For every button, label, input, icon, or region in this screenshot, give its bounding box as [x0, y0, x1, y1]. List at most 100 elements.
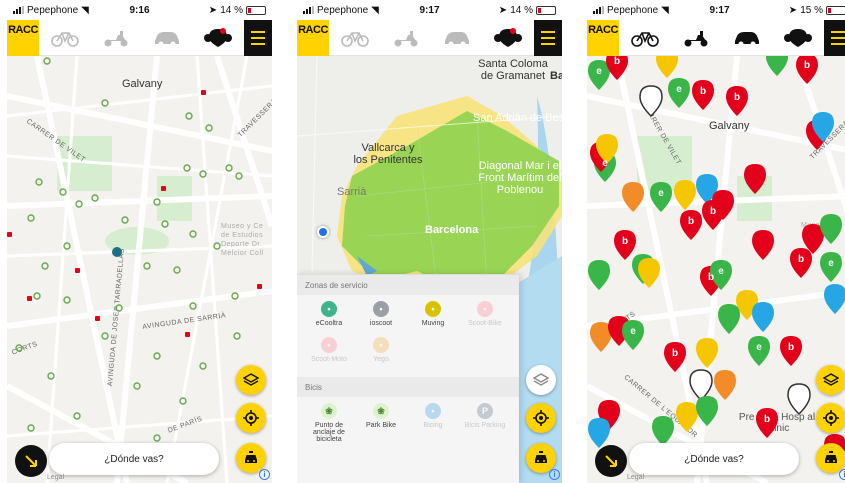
battery-icon — [535, 5, 556, 15]
map-pin[interactable] — [824, 284, 845, 314]
map-label-sarria: Sarrià — [337, 186, 367, 198]
racc-logo[interactable]: RACC — [7, 19, 39, 56]
map-view[interactable]: Santa Coloma de Gramanet Ba San Adrián d… — [297, 56, 562, 483]
bike-option-parking[interactable]: P Bicis Parking — [459, 403, 511, 447]
bike-icon: • — [477, 301, 493, 317]
signal-icon — [13, 6, 24, 14]
zone-option-muving[interactable]: • Muving — [407, 301, 459, 337]
multimodal-icon[interactable] — [201, 26, 235, 50]
svg-text:b: b — [788, 342, 794, 353]
taxi-icon — [535, 451, 547, 463]
section-header-zones: Zonas de servicio — [297, 275, 519, 295]
racc-logo[interactable]: RACC — [587, 19, 619, 56]
svg-text:e: e — [718, 266, 724, 277]
location-arrow-icon: ➤ — [788, 4, 798, 16]
navigation-button[interactable] — [15, 445, 47, 477]
layers-button[interactable] — [236, 365, 266, 395]
map-pin[interactable] — [674, 180, 696, 210]
search-destination-input[interactable]: ¿Dónde vas? — [49, 443, 219, 475]
crosshair-icon — [243, 410, 259, 426]
hamburger-menu-button[interactable] — [824, 19, 845, 56]
map-pin[interactable] — [652, 416, 674, 446]
bike-option-bicing[interactable]: • Bicing — [407, 403, 459, 447]
bike-option-anchor-point[interactable]: ❀ Punto de anclaje de bicicleta — [303, 403, 355, 447]
navigation-button[interactable] — [595, 445, 627, 477]
svg-text:e: e — [658, 188, 664, 199]
map-pin[interactable] — [744, 164, 766, 194]
battery-icon — [825, 5, 845, 15]
bike-icon[interactable] — [628, 26, 662, 50]
wifi-icon: ◥ — [661, 4, 669, 16]
hamburger-menu-button[interactable] — [534, 19, 562, 56]
info-icon[interactable]: i — [549, 469, 560, 480]
taxi-button[interactable] — [816, 443, 845, 473]
zone-option-ioscoot[interactable]: • ioscoot — [355, 301, 407, 337]
map-pin[interactable] — [752, 230, 774, 260]
layers-button[interactable] — [526, 365, 556, 395]
zone-option-ecooltra[interactable]: • eCooltra — [303, 301, 355, 337]
legal-link[interactable]: Legal — [47, 474, 64, 481]
phone-screen-service-zones: Pepephone ◥ 9:17 ➤ 14 % RACC Santa Colom… — [297, 0, 562, 483]
carrier-name: Pepephone — [27, 4, 79, 16]
svg-text:e: e — [630, 326, 636, 337]
racc-logo[interactable]: RACC — [297, 19, 329, 56]
location-arrow-icon: ➤ — [498, 4, 508, 16]
scooter-icon[interactable] — [389, 26, 423, 50]
map-view[interactable]: Galvany CARRER DE VILET TRAVESSERA Museu… — [587, 56, 845, 483]
zone-option-scoot-bike[interactable]: • Scoot-Bike — [459, 301, 511, 337]
crosshair-icon — [823, 410, 839, 426]
map-pin[interactable] — [689, 369, 713, 401]
map-pin[interactable] — [752, 302, 774, 332]
battery-percent: 15 % — [800, 4, 823, 16]
info-icon[interactable]: i — [839, 469, 845, 480]
svg-text:b: b — [688, 216, 694, 227]
map-pin[interactable] — [656, 56, 678, 78]
map-pin[interactable] — [676, 402, 698, 432]
map-pin[interactable] — [588, 418, 610, 448]
bike-dock-icon: ❀ — [321, 403, 337, 419]
car-icon[interactable] — [440, 26, 474, 50]
svg-text:e: e — [756, 342, 762, 353]
zone-option-scoot-moto[interactable]: • Scoot-Moto — [303, 337, 355, 373]
map-pin[interactable] — [714, 370, 736, 400]
wifi-icon: ◥ — [81, 4, 89, 16]
bike-icon[interactable] — [48, 26, 82, 50]
zone-option-yego[interactable]: • Yego — [355, 337, 407, 373]
info-icon[interactable]: i — [259, 469, 270, 480]
bike-icon[interactable] — [338, 26, 372, 50]
map-pin[interactable] — [766, 56, 788, 76]
svg-text:b: b — [700, 86, 706, 97]
hamburger-menu-button[interactable] — [244, 19, 272, 56]
search-destination-input[interactable]: ¿Dónde vas? — [629, 443, 799, 475]
layers-button[interactable] — [816, 365, 845, 395]
scooter-icon: • — [321, 337, 337, 353]
locate-me-button[interactable] — [816, 403, 845, 433]
scooter-icon: • — [321, 301, 337, 317]
map-view[interactable]: Galvany CARRER DE VILET TRAVESSERA Museo… — [7, 56, 272, 483]
map-pin[interactable] — [820, 214, 842, 244]
legal-link[interactable]: Legal — [627, 474, 644, 481]
scooter-icon[interactable] — [99, 26, 133, 50]
car-icon[interactable] — [730, 26, 764, 50]
map-pin[interactable] — [696, 396, 718, 426]
svg-text:e: e — [676, 84, 682, 95]
navigate-arrow-icon — [605, 455, 617, 467]
multimodal-icon[interactable] — [781, 26, 815, 50]
map-pin[interactable] — [622, 182, 644, 212]
map-pin[interactable] — [718, 304, 740, 334]
bike-option-park-bike[interactable]: ❀ Park Bike — [355, 403, 407, 447]
map-pin[interactable] — [638, 258, 660, 288]
scooter-icon[interactable] — [679, 26, 713, 50]
status-time: 9:16 — [129, 4, 150, 16]
map-pin[interactable] — [696, 338, 718, 368]
locate-me-button[interactable] — [526, 403, 556, 433]
map-pin[interactable] — [639, 85, 663, 117]
multimodal-icon[interactable] — [491, 26, 525, 50]
map-pin[interactable] — [787, 383, 811, 415]
bike-markers-layer — [7, 57, 262, 460]
car-icon[interactable] — [150, 26, 184, 50]
locate-me-button[interactable] — [236, 403, 266, 433]
map-pin[interactable] — [588, 260, 610, 290]
navigate-arrow-icon — [25, 455, 37, 467]
svg-text:b: b — [764, 414, 770, 425]
